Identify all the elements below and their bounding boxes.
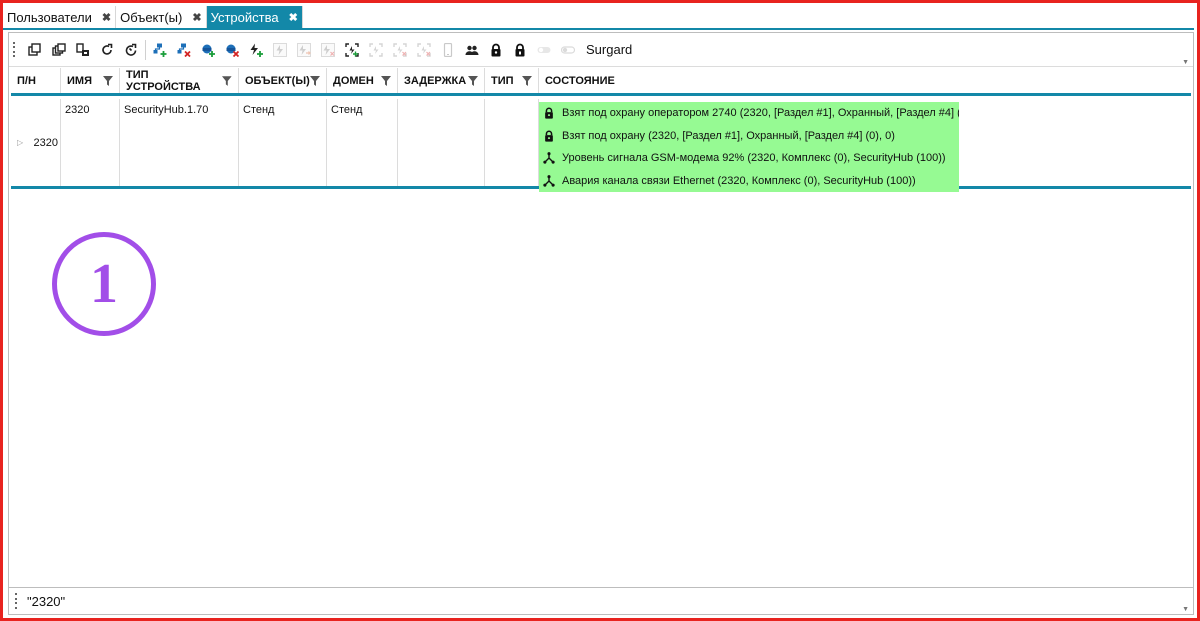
copy-icon[interactable] (23, 38, 47, 62)
tab-devices[interactable]: Устройства ✖ (206, 6, 303, 28)
cell-objects: Стенд (239, 99, 327, 186)
column-header-device-type[interactable]: ТИП УСТРОЙСТВА (120, 68, 239, 93)
timer-refresh-icon[interactable] (119, 38, 143, 62)
filter-icon[interactable] (310, 75, 320, 86)
command-disabled-icon[interactable] (268, 38, 292, 62)
table-row[interactable]: ▷ 2320 2320 SecurityHub.1.70 Стенд Стенд… (11, 99, 1191, 192)
state-item: Авария канала связи Ethernet (2320, Комп… (539, 169, 959, 192)
devices-panel: Surgard ▼ П/Н ИМЯ ТИП УСТРОЙСТВА ОБЪЕКТ(… (8, 32, 1194, 615)
tab-label: Пользователи (7, 9, 92, 25)
copy-all-icon[interactable] (47, 38, 71, 62)
column-header-type[interactable]: ТИП (485, 68, 539, 93)
cell-pn: ▷ 2320 (11, 99, 61, 186)
filter-icon[interactable] (381, 75, 391, 86)
column-header-delay[interactable]: ЗАДЕРЖКА (398, 68, 485, 93)
tab-underline (3, 28, 1194, 30)
device-settings-icon[interactable] (71, 38, 95, 62)
phone-icon[interactable] (436, 38, 460, 62)
command-remove-disabled-icon[interactable] (316, 38, 340, 62)
filter-icon[interactable] (522, 75, 532, 86)
tab-label: Объект(ы) (120, 9, 183, 25)
state-text: Уровень сигнала GSM-модема 92% (2320, Ко… (562, 152, 946, 165)
network-icon (543, 174, 555, 187)
close-icon[interactable]: ✖ (289, 11, 298, 24)
lock-icon (545, 130, 553, 142)
chevron-down-icon[interactable]: ▼ (1182, 59, 1189, 66)
cell-domain: Стенд (327, 99, 398, 186)
refresh-icon[interactable] (95, 38, 119, 62)
tab-bar: Пользователи ✖ Объект(ы) ✖ Устройства ✖ (3, 6, 303, 28)
command-forward-disabled-icon[interactable] (292, 38, 316, 62)
scan-disabled-icon[interactable] (364, 38, 388, 62)
scan-second-disabled-icon[interactable] (388, 38, 412, 62)
column-header-domain[interactable]: ДОМЕН (327, 68, 398, 93)
remove-module-icon[interactable] (220, 38, 244, 62)
toggle-off-2-icon[interactable] (556, 38, 580, 62)
state-item: Взят под охрану (2320, [Раздел #1], Охра… (539, 124, 959, 147)
cell-type (485, 99, 539, 186)
expand-arrow-icon[interactable]: ▷ (17, 138, 23, 147)
close-icon[interactable]: ✖ (102, 11, 111, 24)
scan-icon[interactable] (340, 38, 364, 62)
tab-label: Устройства (210, 9, 279, 25)
state-text: Взят под охрану оператором 2740 (2320, [… (562, 107, 959, 120)
network-icon (543, 152, 555, 164)
state-item: Взят под охрану оператором 2740 (2320, [… (539, 102, 959, 125)
tab-users[interactable]: Пользователи ✖ (3, 6, 117, 28)
statusbar-grip[interactable] (13, 593, 19, 609)
chevron-down-icon[interactable]: ▼ (1182, 606, 1189, 613)
state-text: Авария канала связи Ethernet (2320, Комп… (562, 174, 916, 187)
lock-icon (545, 107, 553, 119)
lock-icon[interactable] (484, 38, 508, 62)
filter-icon[interactable] (222, 75, 232, 86)
annotation-badge: 1 (52, 232, 156, 336)
close-icon[interactable]: ✖ (192, 11, 201, 24)
filter-icon[interactable] (103, 75, 113, 86)
status-bar: "2320" ▼ (8, 587, 1194, 615)
state-text: Взят под охрану (2320, [Раздел #1], Охра… (562, 129, 895, 142)
add-module-icon[interactable] (196, 38, 220, 62)
filter-icon[interactable] (468, 75, 478, 86)
status-text: "2320" (27, 593, 66, 609)
tab-objects[interactable]: Объект(ы) ✖ (116, 6, 207, 28)
column-header-name[interactable]: ИМЯ (61, 68, 120, 93)
cell-state: Взят под охрану оператором 2740 (2320, [… (539, 99, 1191, 192)
cell-delay (398, 99, 485, 186)
surgard-label[interactable]: Surgard (586, 42, 632, 57)
users-icon[interactable] (460, 38, 484, 62)
toggle-off-icon[interactable] (532, 38, 556, 62)
remove-device-icon[interactable] (172, 38, 196, 62)
table-header: П/Н ИМЯ ТИП УСТРОЙСТВА ОБЪЕКТ(Ы) ДОМЕН З… (11, 68, 1191, 96)
state-item: Уровень сигнала GSM-модема 92% (2320, Ко… (539, 147, 959, 170)
column-header-objects[interactable]: ОБЪЕКТ(Ы) (239, 68, 327, 93)
add-command-icon[interactable] (244, 38, 268, 62)
scan-third-disabled-icon[interactable] (412, 38, 436, 62)
cell-name: 2320 (61, 99, 120, 186)
toolbar-separator (145, 39, 146, 60)
lock-open-icon[interactable] (508, 38, 532, 62)
add-device-icon[interactable] (148, 38, 172, 62)
toolbar-grip[interactable] (11, 41, 17, 58)
toolbar: Surgard (9, 33, 1193, 67)
column-header-pn[interactable]: П/Н (11, 68, 61, 93)
cell-device-type: SecurityHub.1.70 (120, 99, 239, 186)
column-header-state[interactable]: СОСТОЯНИЕ (539, 68, 1191, 93)
